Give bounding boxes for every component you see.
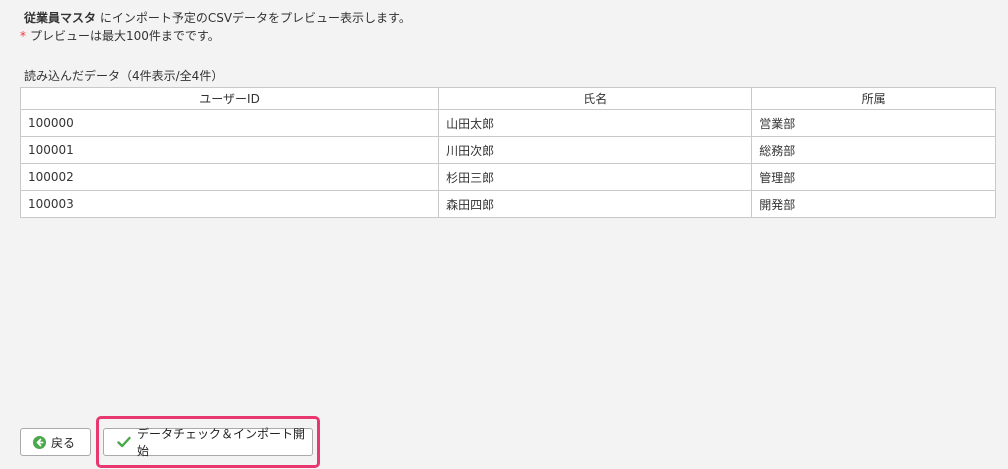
table-row: 100001 川田次郎 総務部 [19,136,996,164]
intro-text: 従業員マスタ にインポート予定のCSVデータをプレビュー表示します。 * プレビュ… [20,9,411,45]
cell-name: 杉田三郎 [438,163,753,191]
cell-department: 開発部 [751,190,996,218]
import-button-label: データチェック＆インポート開始 [137,427,306,458]
cell-name: 森田四郎 [438,190,753,218]
column-header-user-id: ユーザーID [19,87,440,110]
cell-user-id: 100000 [19,109,440,137]
master-name: 従業員マスタ [24,11,97,25]
cell-user-id: 100001 [19,136,440,164]
table-row: 100002 杉田三郎 管理部 [19,163,996,191]
cell-department: 総務部 [751,136,996,164]
table-row: 100000 山田太郎 営業部 [19,109,996,137]
intro-message: にインポート予定のCSVデータをプレビュー表示します。 [99,11,411,25]
cell-user-id: 100003 [19,190,440,218]
intro-message-line: 従業員マスタ にインポート予定のCSVデータをプレビュー表示します。 [24,9,411,27]
back-button[interactable]: 戻る [20,428,91,456]
preview-table: ユーザーID 氏名 所属 100000 山田太郎 営業部 100001 川田次郎… [19,87,996,218]
table-header-row: ユーザーID 氏名 所属 [19,87,996,110]
cell-name: 山田太郎 [438,109,753,137]
arrow-left-circle-icon [33,435,46,449]
note-text: プレビューは最大100件までです。 [30,29,220,43]
table-row: 100003 森田四郎 開発部 [19,190,996,218]
cell-department: 管理部 [751,163,996,191]
data-check-import-button[interactable]: データチェック＆インポート開始 [103,427,313,458]
required-mark: * [20,29,26,43]
preview-limit-note: * プレビューは最大100件までです。 [20,27,411,45]
cell-user-id: 100002 [19,163,440,191]
column-header-name: 氏名 [438,87,753,110]
check-icon [117,436,131,448]
cell-department: 営業部 [751,109,996,137]
cell-name: 川田次郎 [438,136,753,164]
csv-import-preview-page: 従業員マスタ にインポート予定のCSVデータをプレビュー表示します。 * プレビュ… [0,0,1008,469]
back-button-label: 戻る [51,435,76,450]
column-header-department: 所属 [751,87,996,110]
table-caption: 読み込んだデータ（4件表示/全4件） [24,69,224,83]
